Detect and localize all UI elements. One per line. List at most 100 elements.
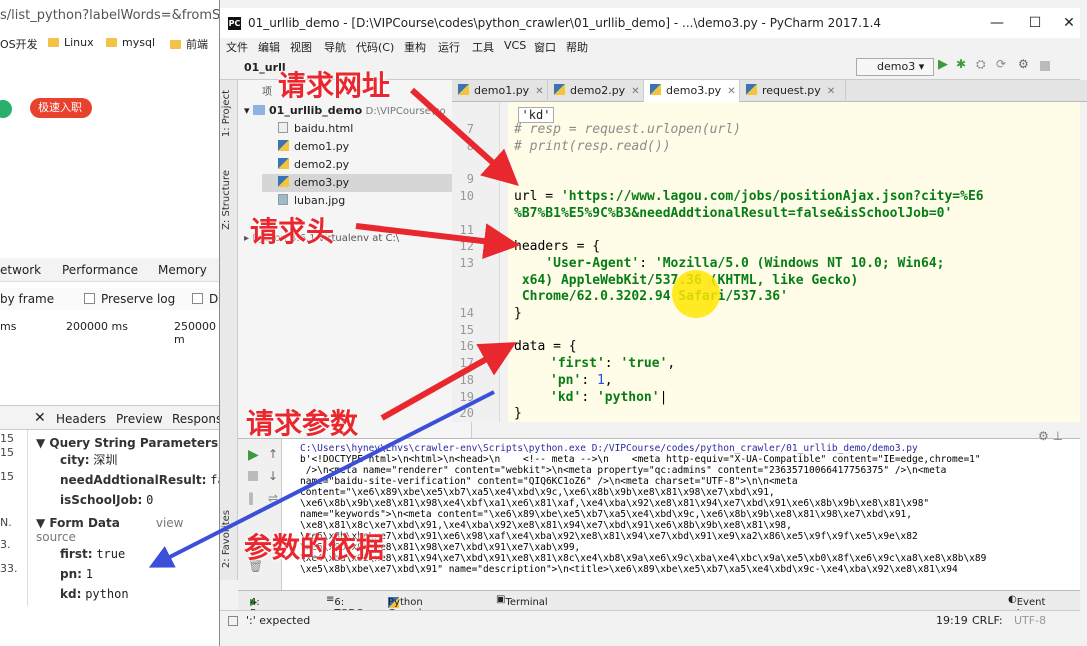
list-item[interactable]: 15 xyxy=(0,470,14,483)
run-icon[interactable]: ▶ xyxy=(938,57,950,72)
run-config-select[interactable]: demo3 ▾ xyxy=(856,58,934,76)
window-title: 01_urllib_demo - [D:\VIPCourse\codes\pyt… xyxy=(248,16,882,30)
menu-refactor[interactable]: 重构 xyxy=(404,39,426,55)
minimize-icon[interactable]: — xyxy=(982,8,1012,38)
tab-performance[interactable]: Performance xyxy=(62,263,138,277)
tab-request[interactable]: request.py ✕ xyxy=(740,80,846,102)
coverage-icon[interactable]: ⛭ xyxy=(976,57,988,71)
line-separator[interactable]: CRLF: xyxy=(972,614,1003,627)
tab-headers[interactable]: Headers xyxy=(56,412,106,426)
form-data-title[interactable]: ▼ Form Data view source xyxy=(36,516,221,544)
close-icon[interactable]: ✕ xyxy=(727,86,735,97)
group-by-frame-label[interactable]: by frame xyxy=(0,292,54,306)
tree-file[interactable]: luban.jpg xyxy=(278,192,345,210)
stop-icon[interactable] xyxy=(1040,61,1050,71)
code-line: } xyxy=(514,406,522,421)
annotation-url-label: 请求网址 xyxy=(278,69,391,102)
menu-edit[interactable]: 编辑 xyxy=(258,39,280,55)
tab-memory[interactable]: Memory xyxy=(158,263,207,277)
disable-cache-checkbox[interactable]: D xyxy=(192,292,218,306)
tab-terminal[interactable]: ▣ Terminal xyxy=(496,594,548,608)
folder-icon xyxy=(48,38,59,47)
line-number: 18 xyxy=(459,373,474,387)
line-number: 12 xyxy=(459,239,474,253)
list-item[interactable]: N. xyxy=(0,516,12,529)
tab-todo[interactable]: ≡ 6: TODO xyxy=(326,594,364,619)
tree-root[interactable]: ▾ 01_urllib_demo D:\VIPCourse\co xyxy=(244,102,446,120)
close-icon[interactable]: ✕ xyxy=(1054,8,1084,38)
maximize-icon[interactable]: ☐ xyxy=(1020,8,1050,38)
menu-view[interactable]: 视图 xyxy=(290,39,312,55)
tree-file[interactable]: baidu.html xyxy=(278,120,353,138)
menu-tools[interactable]: 工具 xyxy=(472,39,494,55)
tab-project[interactable]: 1: Project xyxy=(221,90,232,137)
status-bar: ':' expected 19:19 CRLF: UTF-8 xyxy=(220,610,1080,630)
bookmark-item[interactable]: Linux xyxy=(48,36,94,49)
file-encoding[interactable]: UTF-8 xyxy=(1014,614,1046,627)
tab-demo1[interactable]: demo1.py ✕ xyxy=(452,80,548,102)
close-icon[interactable]: ✕ xyxy=(827,86,835,97)
menu-run[interactable]: 运行 xyxy=(438,39,460,55)
url-bar[interactable]: s/list_python?labelWords=&fromSea xyxy=(0,8,221,28)
tree-file[interactable]: demo2.py xyxy=(278,156,349,174)
code-line: Chrome/62.0.3202.94 Safari/537.36' xyxy=(514,289,788,304)
stop-icon[interactable] xyxy=(248,471,258,481)
tab-preview[interactable]: Preview xyxy=(116,412,163,426)
output-line: \xe5\x8b\xbe\xe7\xbd\x91\xe6\x98\xaf\xe4… xyxy=(300,531,918,542)
close-icon[interactable]: ✕ xyxy=(535,86,543,97)
code-line: # print(resp.read()) xyxy=(514,139,671,154)
list-item[interactable]: 3. xyxy=(0,538,11,551)
cursor-position[interactable]: 19:19 xyxy=(936,614,968,627)
list-item[interactable]: 15 xyxy=(0,432,14,445)
preserve-log-checkbox[interactable]: Preserve log xyxy=(84,292,175,306)
python-file-icon xyxy=(554,84,565,95)
status-message: ':' expected xyxy=(246,614,311,627)
close-icon[interactable]: ✕ xyxy=(631,86,639,97)
tab-network[interactable]: etwork xyxy=(0,263,41,277)
line-number: 11 xyxy=(459,223,474,237)
close-icon[interactable]: ✕ xyxy=(34,410,46,426)
speed-hire-button[interactable]: 极速入职 xyxy=(30,98,92,118)
menu-window[interactable]: 窗口 xyxy=(534,39,556,55)
pause-icon[interactable]: ‖ xyxy=(248,491,254,505)
layout-icon[interactable] xyxy=(228,616,238,626)
tab-response[interactable]: Respons xyxy=(172,412,221,426)
bookmark-item[interactable]: 前端 xyxy=(170,36,208,52)
menu-file[interactable]: 文件 xyxy=(226,39,248,55)
menu-navigate[interactable]: 导航 xyxy=(324,39,346,55)
profile-icon[interactable]: ⟳ xyxy=(996,57,1008,71)
python-file-icon xyxy=(278,176,289,187)
list-item[interactable]: 33. xyxy=(0,562,18,575)
folder-icon xyxy=(170,39,181,49)
tab-demo3[interactable]: demo3.py ✕ xyxy=(644,80,740,102)
menu-help[interactable]: 帮助 xyxy=(566,39,588,55)
tree-file-selected[interactable]: demo3.py xyxy=(262,174,472,192)
menu-code[interactable]: 代码(C) xyxy=(356,39,394,55)
code-line: data = { xyxy=(514,339,577,354)
bookmark-item[interactable]: OS开发 xyxy=(0,36,38,52)
chat-icon[interactable] xyxy=(0,100,12,118)
rerun-icon[interactable]: ▶ xyxy=(248,447,259,463)
list-item[interactable]: 15 xyxy=(0,446,14,459)
tab-favorites[interactable]: 2: Favorites xyxy=(221,510,232,568)
code-editor[interactable]: # resp = request.urlopen(url) # print(re… xyxy=(508,102,1080,422)
annotation-params-label: 请求参数 xyxy=(246,407,359,440)
tab-demo2[interactable]: demo2.py ✕ xyxy=(548,80,644,102)
image-file-icon xyxy=(278,194,288,205)
menu-vcs[interactable]: VCS xyxy=(504,39,526,52)
query-string-title[interactable]: ▼ Query String Parameters xyxy=(36,436,221,450)
tree-file[interactable]: demo1.py xyxy=(278,138,349,156)
annotation-basis-label: 参数的依据 xyxy=(244,531,385,564)
title-bar: PC 01_urllib_demo - [D:\VIPCourse\codes\… xyxy=(220,8,1080,38)
request-list: 15 15 15 N. 3. 33. xyxy=(0,430,28,606)
concurrency-icon[interactable]: ⚙ xyxy=(1018,57,1030,71)
debug-icon[interactable]: ✱ xyxy=(956,57,968,71)
tab-structure[interactable]: Z: Structure xyxy=(221,170,232,230)
down-icon[interactable]: ↓ xyxy=(268,469,278,483)
wrap-icon[interactable]: ⇌ xyxy=(268,491,278,505)
tab-event-log[interactable]: ◐ Event Log xyxy=(1008,594,1045,619)
run-panel: ▶ ↑ ↓ ‖ ⇌ 🗑 ⚙ ⊥ C:\Users\hynev\Envs\craw… xyxy=(238,429,1080,591)
pycharm-logo-icon: PC xyxy=(228,17,241,30)
bookmark-item[interactable]: mysql xyxy=(106,36,155,49)
up-icon[interactable]: ↑ xyxy=(268,447,278,461)
